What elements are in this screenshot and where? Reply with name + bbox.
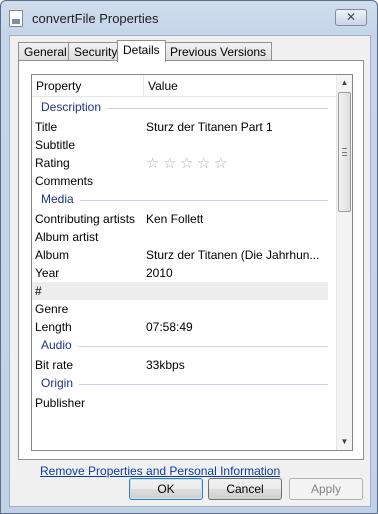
property-name: Publisher: [35, 396, 86, 410]
tab-details[interactable]: Details: [117, 40, 166, 62]
file-icon: [9, 10, 23, 27]
column-header-value[interactable]: Value: [144, 75, 338, 97]
cancel-button[interactable]: Cancel: [208, 478, 282, 500]
properties-list[interactable]: Property Value Description Title Sturz d…: [31, 74, 353, 451]
group-divider: [41, 384, 328, 385]
star-icon[interactable]: ☆: [180, 156, 197, 172]
group-description: Description: [32, 98, 338, 118]
property-value[interactable]: 33kbps: [146, 356, 185, 374]
tab-general[interactable]: General: [18, 42, 73, 61]
row-contributing-artists[interactable]: Contributing artists Ken Follett: [32, 210, 338, 228]
property-name: Album: [35, 248, 70, 262]
row-track-number[interactable]: #: [32, 282, 328, 300]
row-title[interactable]: Title Sturz der Titanen Part 1: [32, 118, 338, 136]
tab-security[interactable]: Security: [68, 42, 124, 61]
scrollbar-thumb[interactable]: [338, 92, 351, 212]
property-name: Bit rate: [35, 358, 74, 372]
apply-button[interactable]: Apply: [289, 478, 363, 500]
group-origin: Origin: [32, 374, 338, 394]
property-name: Length: [35, 320, 72, 334]
property-value[interactable]: Sturz der Titanen Part 1: [146, 118, 273, 136]
property-rows: Description Title Sturz der Titanen Part…: [32, 98, 338, 412]
property-name: Genre: [35, 302, 69, 316]
rating-stars[interactable]: ☆ ☆ ☆ ☆ ☆: [146, 155, 231, 173]
row-album-artist[interactable]: Album artist: [32, 228, 338, 246]
group-audio: Audio: [32, 336, 338, 356]
group-label: Media: [41, 192, 80, 206]
scroll-down-arrow-icon[interactable]: ▼: [337, 434, 352, 450]
star-icon[interactable]: ☆: [197, 156, 214, 172]
group-divider: [41, 346, 328, 347]
details-panel: Property Value Description Title Sturz d…: [18, 60, 364, 478]
close-button[interactable]: ✕: [335, 9, 367, 26]
grip-icon: [342, 148, 347, 156]
property-name: Album artist: [35, 230, 99, 244]
column-header-property[interactable]: Property: [32, 75, 144, 97]
ok-button[interactable]: OK: [129, 478, 203, 500]
property-value[interactable]: 2010: [146, 264, 173, 282]
property-name: #: [35, 284, 42, 298]
row-rating[interactable]: Rating ☆ ☆ ☆ ☆ ☆: [32, 154, 338, 172]
group-media: Media: [32, 190, 338, 210]
row-comments[interactable]: Comments: [32, 172, 338, 190]
row-length[interactable]: Length 07:58:49: [32, 318, 338, 336]
property-name: Comments: [35, 174, 94, 188]
star-icon[interactable]: ☆: [214, 156, 231, 172]
properties-window: convertFile Properties ✕ General Securit…: [0, 0, 378, 514]
window-title: convertFile Properties: [32, 11, 159, 26]
property-value[interactable]: Ken Follett: [146, 210, 203, 228]
row-year[interactable]: Year 2010: [32, 264, 338, 282]
group-divider: [41, 200, 328, 201]
group-label: Audio: [41, 338, 78, 352]
property-value[interactable]: Sturz der Titanen (Die Jahrhun...: [146, 246, 319, 264]
row-album[interactable]: Album Sturz der Titanen (Die Jahrhun...: [32, 246, 338, 264]
row-genre[interactable]: Genre: [32, 300, 338, 318]
row-publisher[interactable]: Publisher: [32, 394, 338, 412]
title-bar[interactable]: convertFile Properties ✕: [1, 1, 377, 35]
property-name: Contributing artists: [35, 212, 136, 226]
tab-previous-versions[interactable]: Previous Versions: [164, 42, 273, 61]
property-name: Year: [35, 266, 60, 280]
property-name: Rating: [35, 156, 70, 170]
vertical-scrollbar[interactable]: ▲ ▼: [336, 75, 352, 450]
remove-properties-link[interactable]: Remove Properties and Personal Informati…: [40, 464, 280, 478]
scroll-up-arrow-icon[interactable]: ▲: [337, 75, 352, 91]
property-name: Subtitle: [35, 138, 76, 152]
group-label: Description: [41, 100, 108, 114]
property-value[interactable]: 07:58:49: [146, 318, 193, 336]
list-header: Property Value: [32, 75, 338, 97]
dialog-body: General Security Details Previous Versio…: [9, 35, 371, 507]
group-label: Origin: [41, 376, 80, 390]
row-subtitle[interactable]: Subtitle: [32, 136, 338, 154]
row-bit-rate[interactable]: Bit rate 33kbps: [32, 356, 338, 374]
star-icon[interactable]: ☆: [146, 156, 163, 172]
property-name: Title: [35, 120, 58, 134]
star-icon[interactable]: ☆: [163, 156, 180, 172]
